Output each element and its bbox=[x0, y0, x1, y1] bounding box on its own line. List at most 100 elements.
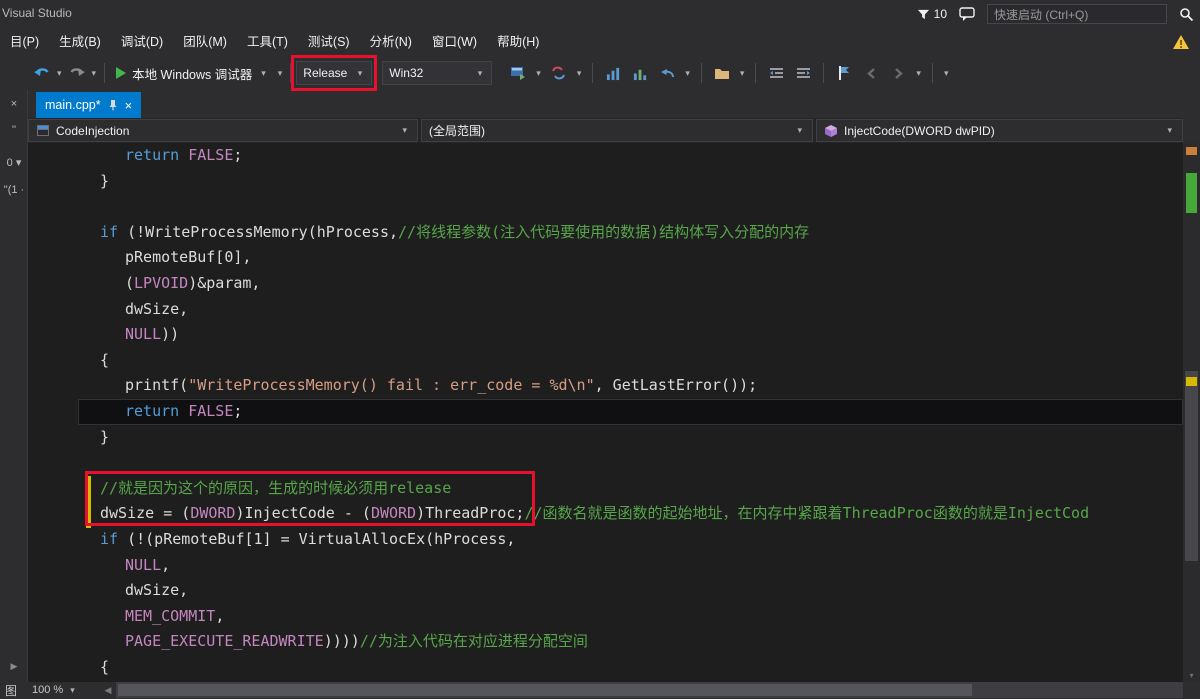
code-line[interactable] bbox=[78, 450, 1183, 476]
tab-main-cpp[interactable]: main.cpp* bbox=[36, 92, 142, 118]
code-line[interactable]: printf("WriteProcessMemory() fail : err_… bbox=[78, 373, 1183, 399]
menu-item-7[interactable]: 窗口(W) bbox=[422, 28, 487, 56]
undo-icon bbox=[34, 67, 49, 76]
platform-combo[interactable]: Win32 bbox=[382, 61, 493, 85]
code-token: //函数名就是函数的起始地址，在内存中紧跟着ThreadProc函数的就是Inj… bbox=[524, 504, 1090, 523]
debug-target-label: 本地 Windows 调试器 bbox=[132, 67, 253, 82]
code-line[interactable]: (LPVOID)&param, bbox=[78, 271, 1183, 297]
code-line[interactable]: { bbox=[78, 348, 1183, 374]
code-line[interactable]: MEM_COMMIT, bbox=[78, 604, 1183, 630]
scope-dropdown[interactable]: (全局范围) bbox=[421, 119, 813, 142]
refresh-caret[interactable] bbox=[574, 68, 585, 79]
code-token: //将线程参数(注入代码要使用的数据)结构体写入分配的内存 bbox=[398, 222, 810, 241]
attach-process-icon[interactable] bbox=[506, 61, 530, 85]
zoom-control[interactable]: 100 % bbox=[26, 684, 100, 696]
code-line[interactable]: dwSize = (DWORD)InjectCode - (DWORD)Thre… bbox=[78, 501, 1183, 527]
code-line[interactable]: dwSize, bbox=[78, 297, 1183, 323]
search-icon[interactable] bbox=[1179, 7, 1194, 22]
code-token: )&param, bbox=[188, 273, 261, 292]
pin-icon[interactable] bbox=[108, 99, 118, 111]
code-token: { bbox=[100, 350, 110, 369]
horizontal-scrollbar-thumb[interactable] bbox=[118, 684, 972, 696]
menu-item-1[interactable]: 生成(B) bbox=[49, 28, 111, 56]
menu-item-6[interactable]: 分析(N) bbox=[360, 28, 422, 56]
bar-chart-green-icon[interactable] bbox=[628, 61, 652, 85]
code-line[interactable]: //就是因为这个的原因，生成的时候必须用release bbox=[78, 476, 1183, 502]
code-line[interactable]: } bbox=[78, 425, 1183, 451]
menu-item-5[interactable]: 测试(S) bbox=[298, 28, 360, 56]
navigate-caret[interactable] bbox=[682, 68, 693, 79]
code-line[interactable]: pRemoteBuf[0], bbox=[78, 245, 1183, 271]
code-line[interactable]: NULL, bbox=[78, 553, 1183, 579]
folder-caret[interactable] bbox=[737, 68, 748, 79]
redo-button[interactable] bbox=[65, 61, 89, 85]
navigation-bar: CodeInjection (全局范围) InjectCode(DWORD dw… bbox=[28, 118, 1183, 143]
toolbar-overflow-button[interactable] bbox=[941, 68, 952, 79]
debug-options-dropdown[interactable] bbox=[275, 68, 286, 79]
panel-item-1: '' bbox=[11, 124, 17, 136]
title-bar: Visual Studio 10 快速启动 (Ctrl+Q) bbox=[0, 0, 1200, 28]
code-token: , GetLastError()); bbox=[594, 376, 758, 395]
toolbar-separator bbox=[104, 63, 106, 83]
panel-expand-icon[interactable]: ▶ bbox=[0, 661, 28, 672]
member-dropdown[interactable]: InjectCode(DWORD dwPID) bbox=[816, 119, 1183, 142]
panel-item-2[interactable]: 0 ▾ bbox=[0, 156, 28, 169]
feedback-icon[interactable] bbox=[959, 6, 975, 22]
code-token: printf( bbox=[125, 376, 189, 395]
warning-icon[interactable] bbox=[1172, 34, 1190, 50]
undo-dropdown-caret[interactable] bbox=[54, 68, 65, 79]
bookmark-caret[interactable] bbox=[913, 68, 924, 79]
next-bookmark-icon[interactable] bbox=[886, 61, 910, 85]
code-line[interactable]: PAGE_EXECUTE_READWRITE))))//为注入代码在对应进程分配… bbox=[78, 629, 1183, 655]
toolbar-separator bbox=[755, 63, 757, 83]
code-line[interactable]: { bbox=[78, 655, 1183, 681]
project-dropdown[interactable]: CodeInjection bbox=[28, 119, 418, 142]
status-left-label: 图 bbox=[5, 683, 18, 698]
quick-launch-input[interactable]: 快速启动 (Ctrl+Q) bbox=[987, 4, 1167, 24]
navigate-back-icon[interactable] bbox=[655, 61, 679, 85]
code-editor[interactable]: return FALSE;} if (!WriteProcessMemory(hP… bbox=[28, 143, 1183, 682]
menu-item-3[interactable]: 团队(M) bbox=[173, 28, 237, 56]
code-line[interactable]: return FALSE; bbox=[78, 398, 1183, 425]
code-token: "WriteProcessMemory() fail : err_code = … bbox=[188, 376, 595, 395]
code-token: NULL bbox=[125, 555, 162, 574]
code-line[interactable]: if (!WriteProcessMemory(hProcess,//将线程参数… bbox=[78, 220, 1183, 246]
menu-item-4[interactable]: 工具(T) bbox=[237, 28, 298, 56]
code-line[interactable]: } bbox=[78, 169, 1183, 195]
code-line[interactable]: return FALSE; bbox=[78, 143, 1183, 169]
undo-button[interactable] bbox=[30, 61, 54, 85]
debug-target-caret bbox=[258, 68, 269, 79]
tab-close-icon[interactable] bbox=[125, 99, 133, 112]
notifications-button[interactable]: 10 bbox=[917, 7, 947, 21]
scroll-down-arrow[interactable]: ▾ bbox=[1183, 671, 1200, 680]
scroll-left-arrow[interactable] bbox=[100, 685, 116, 696]
scope-caret bbox=[794, 125, 805, 136]
horizontal-scrollbar[interactable] bbox=[116, 682, 1183, 698]
indent-decrease-icon[interactable] bbox=[764, 61, 788, 85]
code-line[interactable] bbox=[78, 194, 1183, 220]
menu-item-8[interactable]: 帮助(H) bbox=[487, 28, 549, 56]
refresh-icon[interactable] bbox=[547, 61, 571, 85]
previous-bookmark-icon[interactable] bbox=[859, 61, 883, 85]
code-token: { bbox=[100, 657, 110, 676]
member-caret bbox=[1164, 125, 1175, 136]
attach-process-caret[interactable] bbox=[533, 68, 544, 79]
code-line[interactable]: dwSize, bbox=[78, 578, 1183, 604]
code-line[interactable]: if (!(pRemoteBuf[1] = VirtualAllocEx(hPr… bbox=[78, 527, 1183, 553]
bar-chart-icon[interactable] bbox=[601, 61, 625, 85]
start-debug-button[interactable]: 本地 Windows 调试器 bbox=[110, 60, 275, 86]
indent-increase-icon[interactable] bbox=[791, 61, 815, 85]
code-line[interactable]: NULL)) bbox=[78, 322, 1183, 348]
menu-item-2[interactable]: 调试(D) bbox=[111, 28, 173, 56]
folder-open-icon[interactable] bbox=[710, 61, 734, 85]
panel-close-icon[interactable]: × bbox=[0, 98, 28, 110]
configuration-combo[interactable]: Release bbox=[296, 61, 373, 85]
menu-item-0[interactable]: 目(P) bbox=[0, 28, 49, 56]
vertical-scrollbar[interactable]: ▾ bbox=[1183, 143, 1200, 682]
redo-dropdown-caret[interactable] bbox=[89, 68, 100, 79]
configuration-value: Release bbox=[303, 66, 348, 80]
bookmark-flag-icon[interactable] bbox=[832, 61, 856, 85]
code-token: if bbox=[100, 222, 119, 241]
code-token: dwSize = ( bbox=[100, 504, 191, 523]
vertical-scrollbar-thumb[interactable] bbox=[1185, 371, 1198, 561]
